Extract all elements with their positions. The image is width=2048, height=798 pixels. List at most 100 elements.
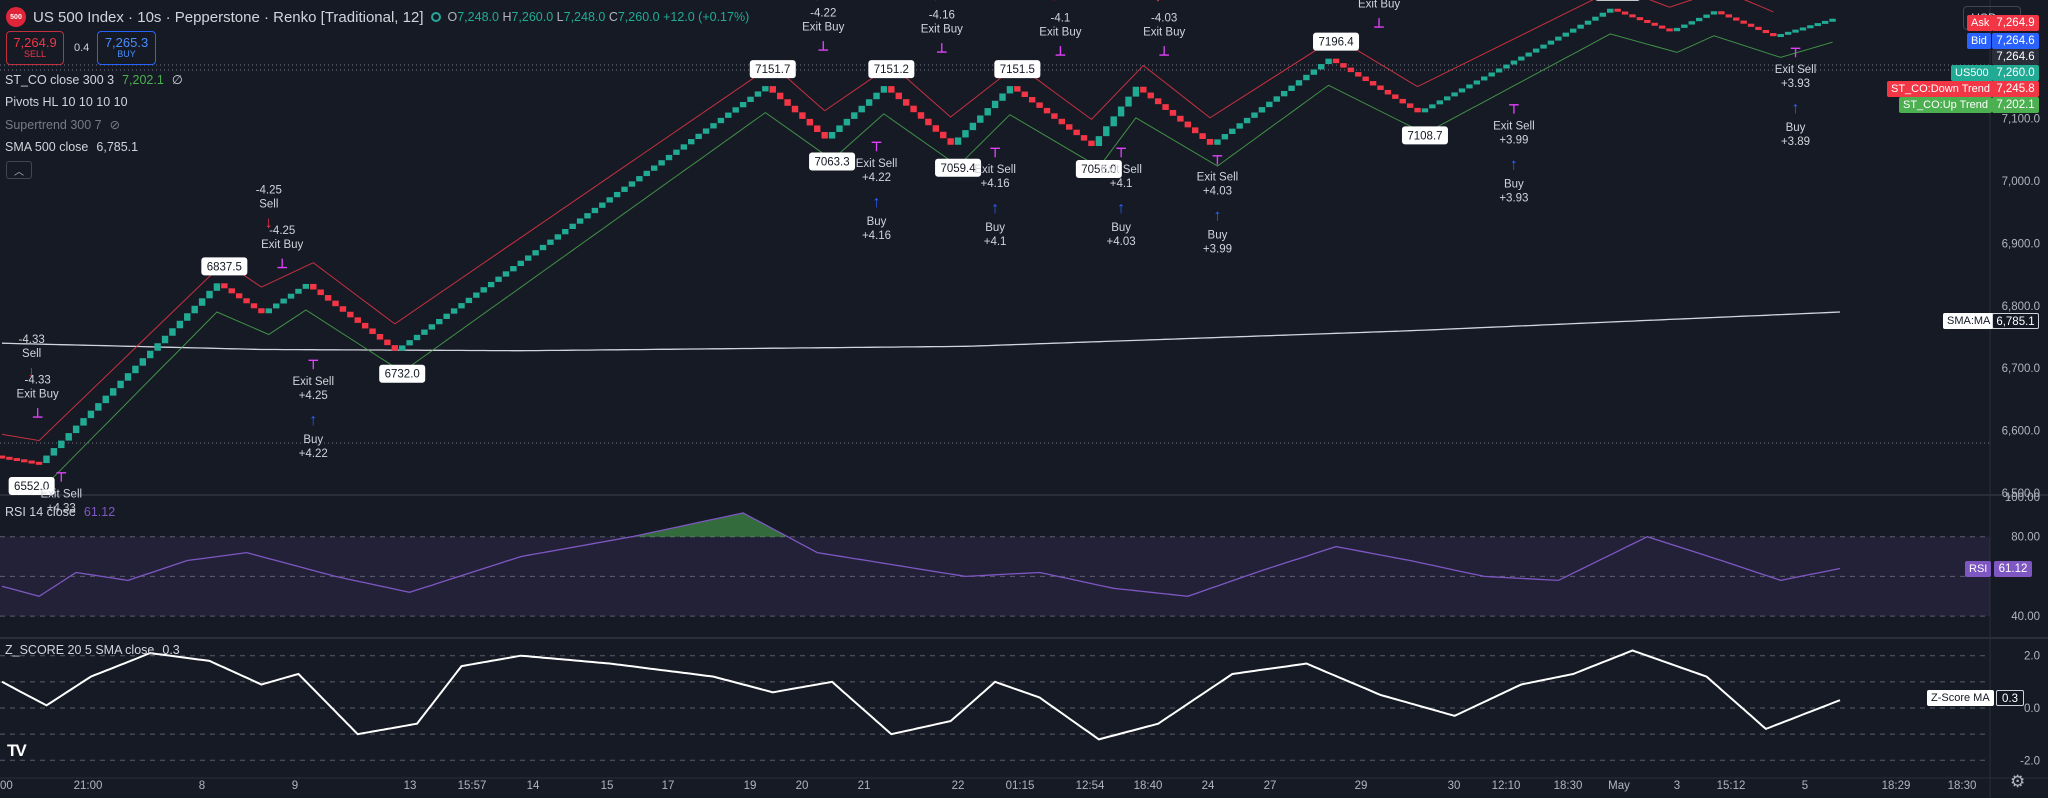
renko-brick-down: [1770, 33, 1777, 37]
renko-brick-up: [95, 403, 102, 411]
renko-brick-down: [947, 138, 954, 145]
renko-brick-up: [1503, 64, 1510, 69]
renko-brick-down: [228, 288, 235, 294]
renko-brick-up: [139, 358, 147, 366]
renko-brick-up: [858, 105, 865, 113]
time-axis-label: 21:00: [74, 780, 103, 792]
renko-brick-up: [1325, 58, 1332, 65]
buy-button[interactable]: 7,265.3 BUY: [97, 31, 156, 65]
renko-brick-down: [1621, 11, 1629, 15]
renko-brick-down: [361, 322, 369, 329]
sell-button[interactable]: 7,264.9 SELL: [6, 31, 64, 65]
pivot-label: 7151.2: [874, 64, 909, 76]
hidden-eye-icon[interactable]: ⊘: [110, 118, 120, 132]
renko-brick-down: [1154, 98, 1162, 105]
indicator-st-co[interactable]: ST_CO close 300 3 7,202.1 ∅: [5, 72, 183, 87]
renko-brick-up: [584, 213, 591, 219]
sell-arrow-icon: ↓: [932, 0, 940, 4]
renko-brick-down: [1177, 115, 1184, 122]
renko-brick-down: [0, 455, 6, 459]
settings-gear-icon[interactable]: ⚙: [2010, 772, 2025, 792]
renko-brick-up: [665, 154, 673, 161]
renko-brick-down: [1206, 138, 1214, 145]
buy-signal-pnl: +3.93: [1499, 192, 1528, 204]
indicator-supertrend[interactable]: Supertrend 300 7 ⊘: [5, 117, 120, 132]
time-axis-label: May: [1608, 780, 1630, 792]
renko-brick-down: [902, 99, 910, 106]
renko-brick-up: [1569, 28, 1577, 33]
renko-brick-up: [1273, 96, 1280, 102]
renko-brick-up: [428, 324, 436, 330]
renko-brick-down: [6, 456, 13, 460]
renko-brick-up: [621, 186, 628, 192]
renko-brick-up: [991, 100, 999, 109]
renko-brick-down: [1058, 118, 1066, 125]
downtrend-tag: ST_CO:Down Trend: [1887, 81, 1995, 97]
renko-brick-up: [962, 130, 969, 138]
renko-brick-up: [843, 118, 851, 126]
time-axis-label: 12:10: [1492, 780, 1521, 792]
time-axis-label: 20: [796, 780, 809, 792]
buy-arrow-icon: ↑: [873, 194, 881, 211]
renko-brick-up: [524, 255, 532, 261]
renko-brick-up: [80, 418, 87, 426]
sell-arrow-icon: ↓: [1050, 0, 1058, 4]
collapse-legend-button[interactable]: ︿: [6, 161, 32, 179]
renko-brick-up: [643, 170, 650, 177]
exit-sell-pnl: +4.16: [981, 178, 1010, 190]
buy-signal-label: Buy: [867, 216, 887, 228]
renko-brick-up: [287, 293, 295, 299]
exit-sell-marker-icon: ⊤: [1790, 45, 1801, 60]
renko-brick-up: [87, 410, 95, 419]
renko-brick-down: [1162, 104, 1169, 110]
renko-brick-down: [895, 92, 902, 100]
time-axis-label: 21: [858, 780, 871, 792]
renko-brick-up: [280, 298, 287, 304]
renko-brick-up: [599, 202, 606, 208]
exit-buy-pnl: -4.03: [1151, 13, 1177, 25]
renko-brick-up: [465, 297, 473, 304]
renko-brick-up: [302, 283, 310, 289]
renko-brick-up: [487, 281, 495, 288]
time-axis-label: 27: [1264, 780, 1277, 792]
exit-buy-marker-icon: ⊥: [277, 256, 288, 271]
renko-brick-down: [1043, 107, 1051, 114]
renko-brick-up: [606, 197, 613, 203]
renko-brick-up: [176, 320, 184, 329]
exit-buy-pnl: -4.1: [1050, 13, 1070, 25]
indicator-rsi[interactable]: RSI 14 close 61.12: [5, 505, 115, 519]
exit-buy-marker-icon: ⊥: [32, 406, 43, 421]
renko-brick-down: [814, 125, 821, 132]
sma-price: 6,785.1: [1992, 313, 2039, 329]
renko-brick-down: [391, 345, 399, 351]
renko-brick-up: [1584, 20, 1592, 25]
chart-canvas[interactable]: 7,100.0 7,000.0 6,900.0 6,800.0 6,700.0 6,600…: [0, 0, 2048, 798]
renko-brick-down: [821, 131, 828, 139]
renko-brick-up: [1258, 107, 1266, 113]
exit-buy-label: Exit Buy: [17, 389, 59, 401]
renko-brick-down: [1021, 91, 1028, 98]
indicator-pivots[interactable]: Pivots HL 10 10 10 10: [5, 95, 128, 109]
renko-brick-down: [1169, 109, 1177, 116]
trading-chart-window: 7,100.0 7,000.0 6,900.0 6,800.0 6,700.0 6,600…: [0, 0, 2048, 798]
time-axis-label: 13: [404, 780, 417, 792]
exit-buy-marker-icon: ⊥: [1158, 44, 1169, 59]
tradingview-logo-icon[interactable]: TV: [7, 741, 27, 761]
renko-brick-down: [799, 112, 806, 119]
renko-brick-down: [324, 295, 332, 301]
indicator-zscore[interactable]: Z_SCORE 20 5 SMA close 0.3: [5, 643, 180, 657]
renko-brick-up: [1814, 23, 1821, 27]
time-axis-label: 12:54: [1076, 780, 1105, 792]
renko-brick-up: [532, 250, 539, 256]
renko-brick-up: [1532, 48, 1540, 53]
zscore-tick-label: -2.0: [2020, 755, 2040, 767]
renko-brick-down: [1658, 25, 1666, 29]
renko-brick-down: [376, 334, 384, 340]
indicator-sma[interactable]: SMA 500 close 6,785.1: [5, 140, 138, 154]
exit-sell-label: Exit Sell: [974, 164, 1016, 176]
renko-brick-up: [1518, 56, 1525, 61]
exit-buy-label: Exit Buy: [921, 23, 963, 35]
renko-brick-up: [673, 149, 680, 155]
symbol-title[interactable]: US 500 Index · 10s · Pepperstone · Renko…: [33, 9, 424, 26]
renko-brick-up: [576, 218, 584, 224]
